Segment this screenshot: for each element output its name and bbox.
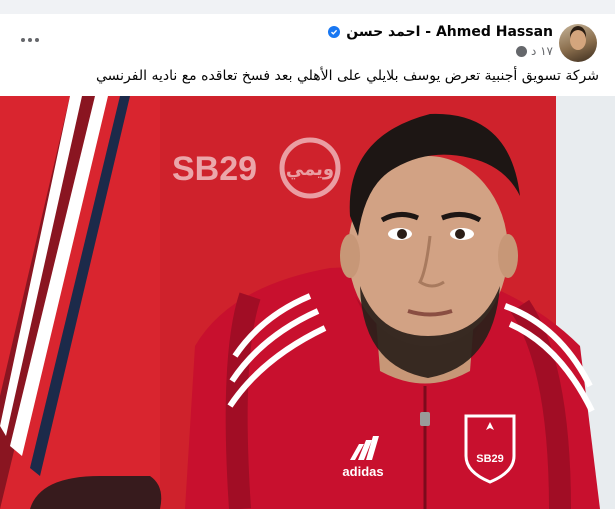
banner-sub: ويمي [286,159,334,180]
jersey-brand: adidas [342,464,383,479]
banner-logo: SB29 [172,150,257,188]
club-badge-icon: SB29 [464,414,516,484]
photo-illustration: SB29 ويمي adidas SB29 [0,96,615,509]
more-horizontal-icon [21,38,25,42]
post-photo[interactable]: SB29 ويمي adidas SB29 [0,96,615,509]
badge-text: SB29 [476,453,504,465]
feed-post: احمد حسن - Ahmed Hassan ١٧ د شركة تسويق … [0,14,615,509]
more-options-button[interactable] [18,30,42,50]
verified-badge-icon [328,26,341,38]
globe-icon[interactable] [515,45,527,57]
post-caption: شركة تسويق أجنبية تعرض يوسف بلايلي على ا… [96,68,599,84]
post-meta: ١٧ د [515,44,553,58]
post-timestamp[interactable]: ١٧ د [531,44,553,58]
avatar[interactable] [559,24,597,62]
author-row: احمد حسن - Ahmed Hassan [328,24,553,40]
post-header: احمد حسن - Ahmed Hassan ١٧ د [0,14,615,70]
author-name[interactable]: احمد حسن - Ahmed Hassan [346,24,553,40]
